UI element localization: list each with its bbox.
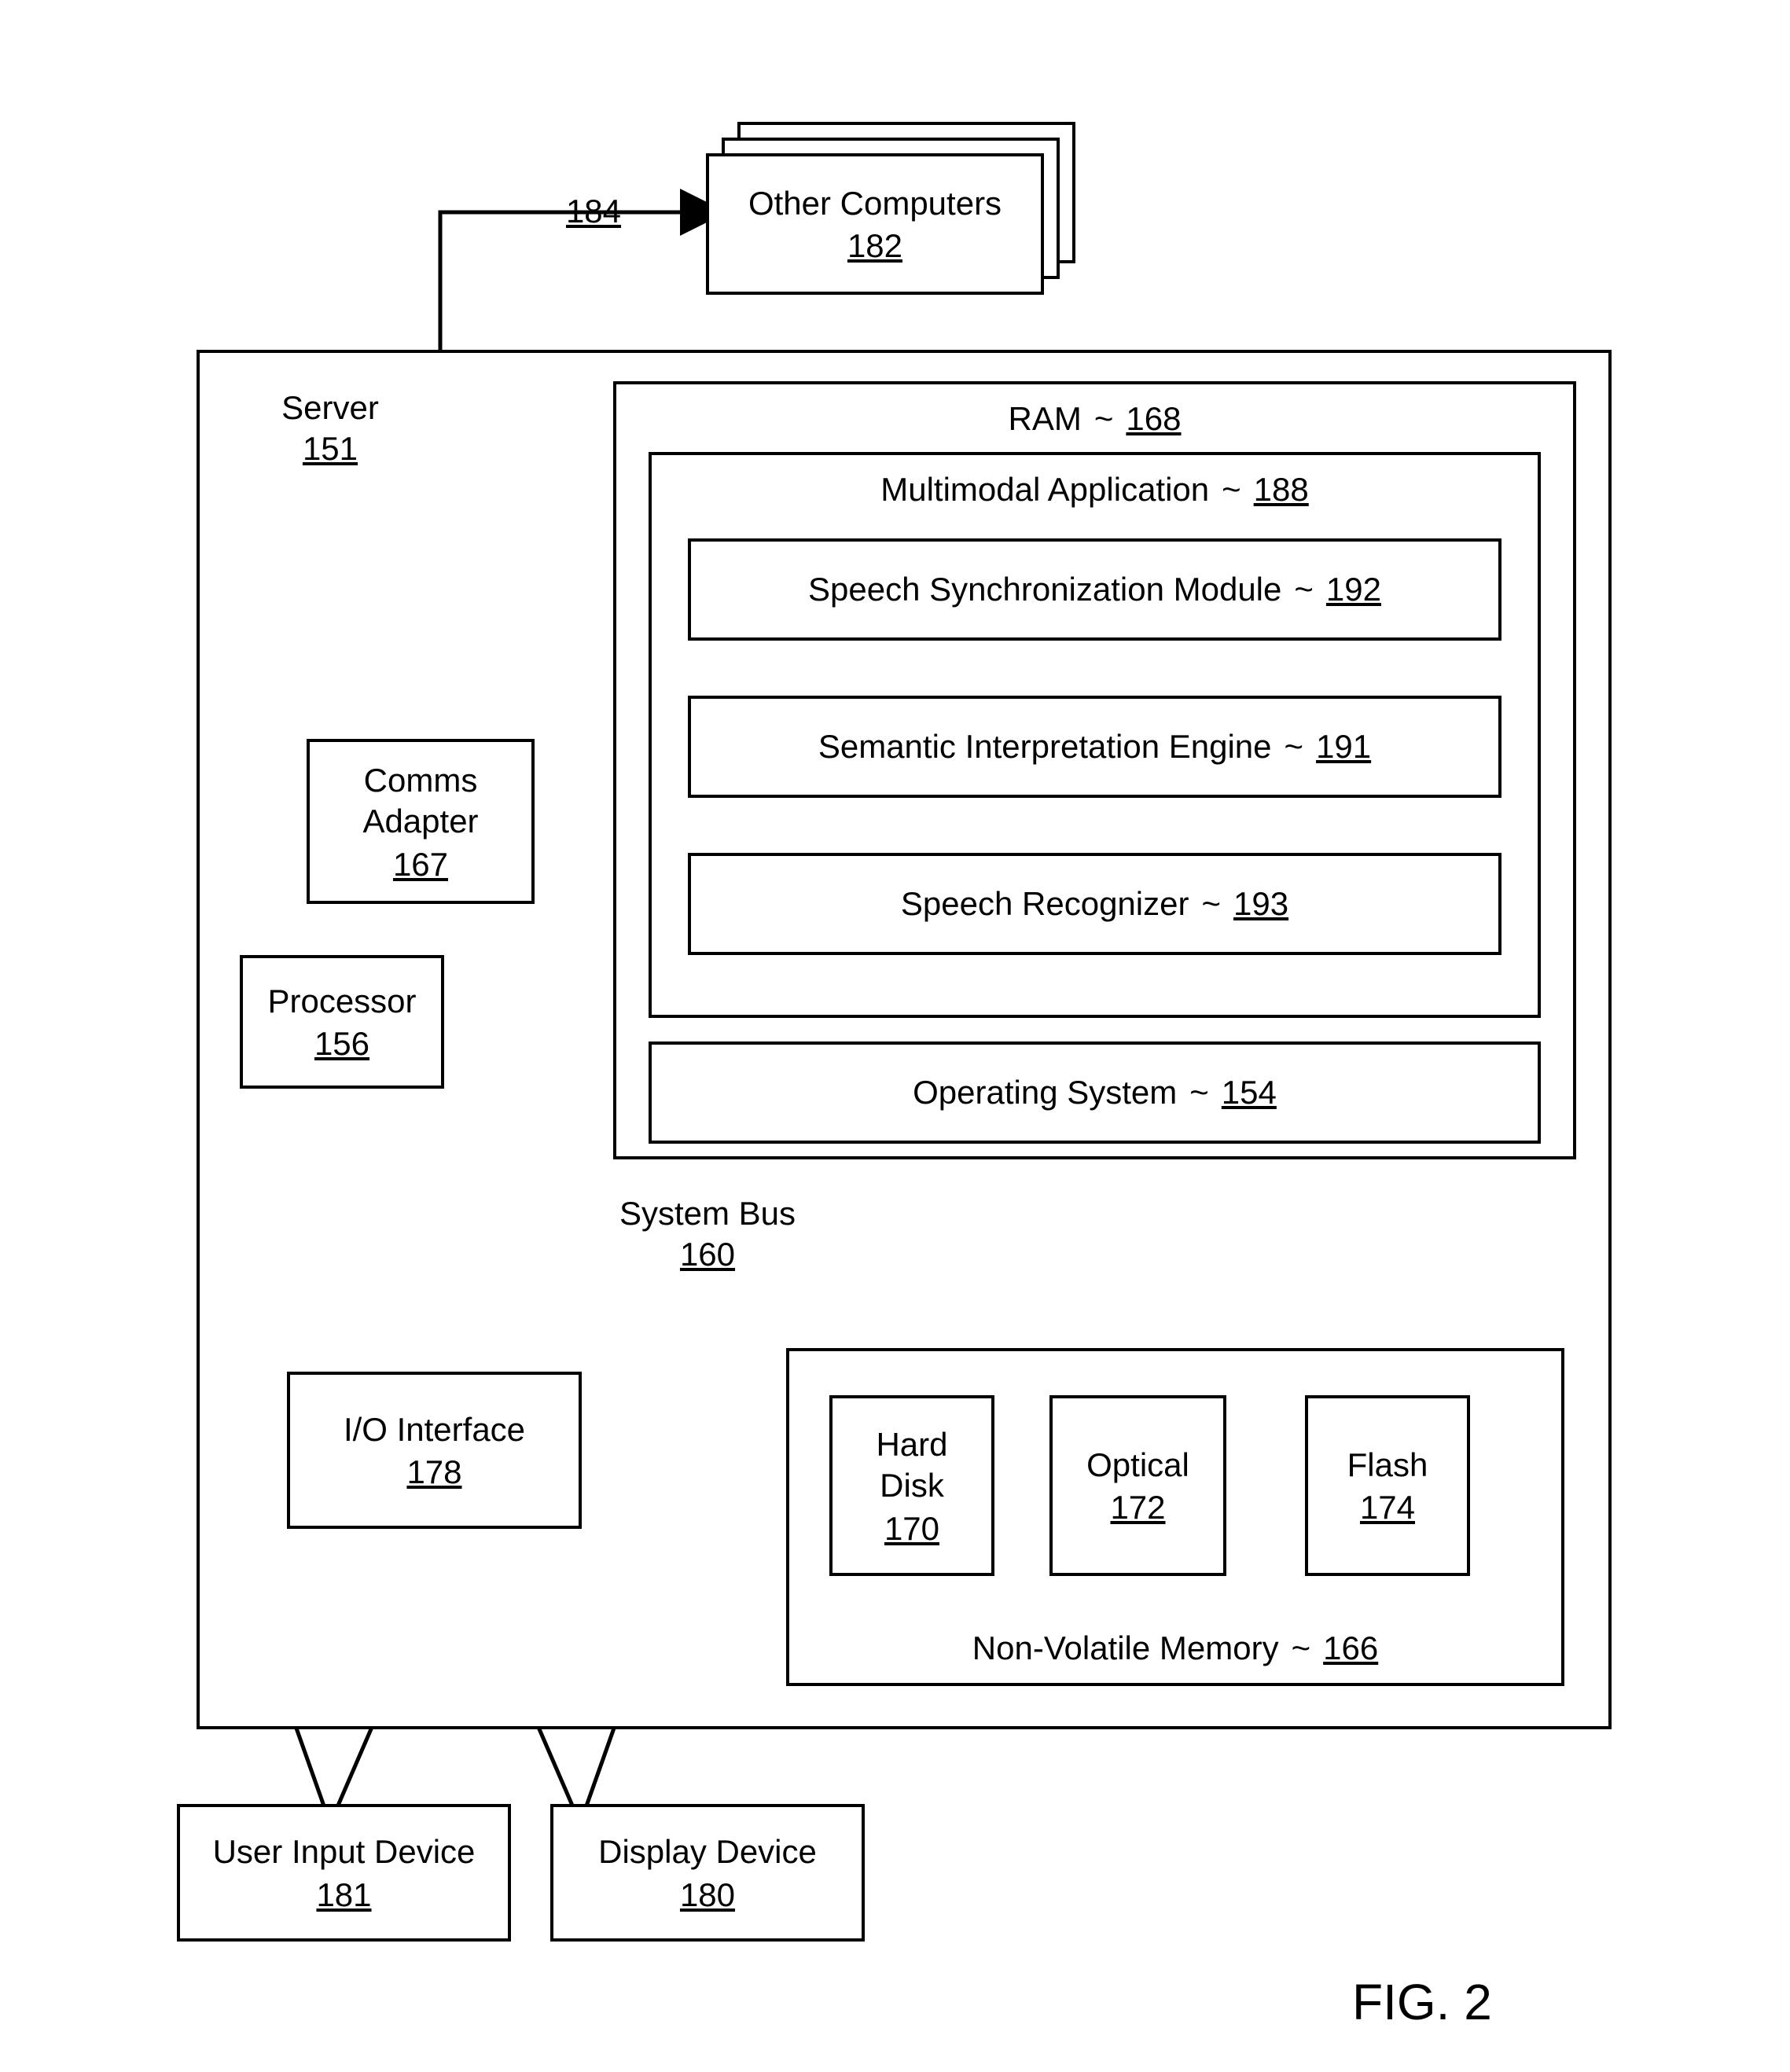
figure-label: FIG. 2 <box>1352 1973 1492 2031</box>
multimodal-label: Multimodal Application <box>880 471 1209 509</box>
display-num: 180 <box>680 1876 735 1914</box>
net-link-num: 184 <box>566 193 621 230</box>
comms-label: CommsAdapter <box>362 760 478 843</box>
optical-box: Optical 172 <box>1049 1395 1226 1576</box>
display-label: Display Device <box>598 1831 817 1873</box>
system-bus-label-block: System Bus 160 <box>597 1195 818 1273</box>
ram-num: 168 <box>1126 400 1181 438</box>
sync-header: Speech Synchronization Module ~ 192 <box>808 571 1381 608</box>
ram-label: RAM <box>1009 400 1082 438</box>
ram-header: RAM ~ 168 <box>1009 400 1182 438</box>
system-bus-num: 160 <box>597 1236 818 1273</box>
multimodal-num: 188 <box>1254 471 1309 509</box>
processor-label: Processor <box>267 981 416 1023</box>
other-computers-num: 182 <box>847 227 902 265</box>
os-box: Operating System ~ 154 <box>649 1042 1541 1144</box>
multimodal-header: Multimodal Application ~ 188 <box>880 471 1309 509</box>
uid-label: User Input Device <box>213 1831 476 1873</box>
nvmem-header: Non-Volatile Memory ~ 166 <box>972 1629 1378 1667</box>
hdd-label: HardDisk <box>876 1424 947 1507</box>
sem-label: Semantic Interpretation Engine <box>818 728 1272 766</box>
io-num: 178 <box>406 1453 461 1491</box>
flash-num: 174 <box>1360 1489 1415 1526</box>
rec-header: Speech Recognizer ~ 193 <box>901 885 1288 923</box>
comms-num: 167 <box>393 846 448 884</box>
sem-box: Semantic Interpretation Engine ~ 191 <box>688 696 1501 798</box>
uid-box: User Input Device 181 <box>177 1804 511 1942</box>
system-bus-label: System Bus <box>597 1195 818 1233</box>
other-computers-label: Other Computers <box>748 183 1002 225</box>
nvmem-num: 166 <box>1323 1629 1378 1667</box>
os-num: 154 <box>1222 1074 1277 1111</box>
net-link-label: 184 <box>546 193 641 230</box>
rec-box: Speech Recognizer ~ 193 <box>688 853 1501 955</box>
sem-header: Semantic Interpretation Engine ~ 191 <box>818 728 1371 766</box>
sem-num: 191 <box>1316 728 1371 766</box>
processor-box: Processor 156 <box>240 955 444 1089</box>
comms-box: CommsAdapter 167 <box>307 739 535 904</box>
os-header: Operating System ~ 154 <box>913 1074 1277 1111</box>
os-label: Operating System <box>913 1074 1177 1111</box>
server-label: Server <box>252 389 409 427</box>
server-num: 151 <box>252 430 409 468</box>
optical-num: 172 <box>1110 1489 1165 1526</box>
sync-num: 192 <box>1326 571 1381 608</box>
hdd-num: 170 <box>884 1510 939 1548</box>
nvmem-label: Non-Volatile Memory <box>972 1629 1279 1667</box>
rec-num: 193 <box>1233 885 1288 923</box>
sync-box: Speech Synchronization Module ~ 192 <box>688 538 1501 641</box>
rec-label: Speech Recognizer <box>901 885 1189 923</box>
processor-num: 156 <box>314 1025 369 1063</box>
flash-label: Flash <box>1347 1445 1428 1486</box>
other-computers-box: Other Computers 182 <box>706 153 1044 295</box>
optical-label: Optical <box>1086 1445 1189 1486</box>
display-box: Display Device 180 <box>550 1804 865 1942</box>
io-label: I/O Interface <box>344 1409 525 1451</box>
io-box: I/O Interface 178 <box>287 1372 582 1529</box>
uid-num: 181 <box>316 1876 371 1914</box>
hdd-box: HardDisk 170 <box>829 1395 994 1576</box>
server-label-block: Server 151 <box>252 389 409 468</box>
flash-box: Flash 174 <box>1305 1395 1470 1576</box>
sync-label: Speech Synchronization Module <box>808 571 1281 608</box>
